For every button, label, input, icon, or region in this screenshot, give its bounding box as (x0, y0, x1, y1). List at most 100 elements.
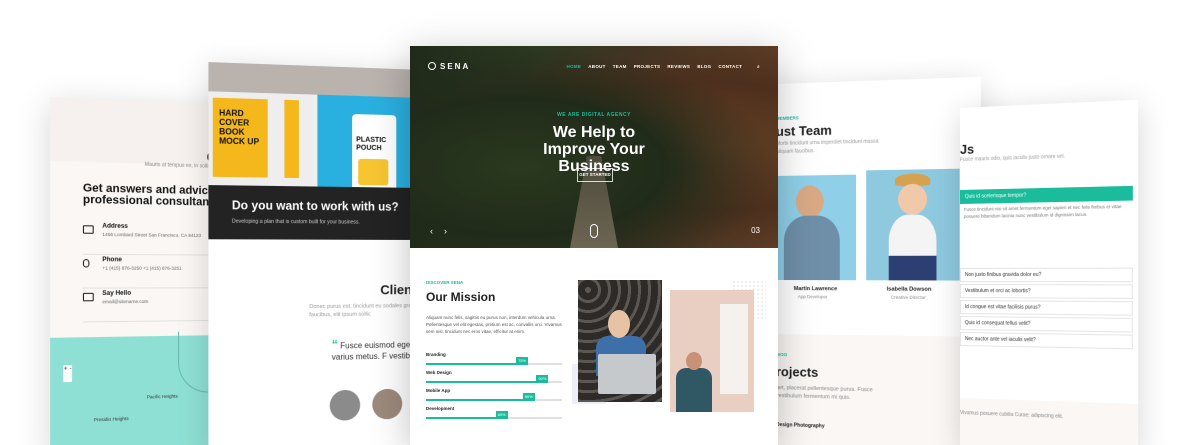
skill-percent: 75% (515, 357, 528, 364)
email-label: Say Hello (102, 290, 132, 298)
nav-item-about[interactable]: ABOUT (588, 64, 606, 69)
avatar[interactable] (329, 389, 361, 421)
projects-band: WOO rojects get, placerat pellentesque p… (776, 334, 981, 445)
skill-label: Branding (426, 352, 446, 357)
skill-fill: 90% (426, 375, 549, 383)
search-icon[interactable]: ⌕ (757, 64, 760, 69)
main-page-preview: SENA HOME ABOUT TEAM PROJECTS REVIEWS BL… (410, 46, 778, 445)
map-zoom-control[interactable]: + - (63, 364, 73, 383)
skill-fill: 75% (426, 357, 528, 365)
projects-title: rojects (776, 364, 819, 380)
hero-eyebrow: WE ARE DIGITAL AGENCY (557, 112, 631, 118)
member-name: Isabella Dowson (886, 286, 932, 293)
mission-title: Our Mission (426, 290, 496, 304)
member-name: Martin Lawrence (793, 286, 838, 293)
skill-label: Mobile App (426, 388, 451, 393)
clients-title: Clien (380, 282, 412, 298)
nav-item-home[interactable]: HOME (567, 64, 582, 69)
nav-item-projects[interactable]: PROJECTS (634, 64, 661, 69)
cta-subtitle: Developing a plan that is custom built f… (231, 218, 360, 226)
logo[interactable]: SENA (428, 62, 470, 71)
faq-question[interactable]: Nec auctor ante vel iaculis velit? (960, 332, 1133, 350)
faq-question[interactable]: Quis id consequat tellus velit? (960, 316, 1133, 333)
hero-section: SENA HOME ABOUT TEAM PROJECTS REVIEWS BL… (410, 46, 778, 248)
team-subtitle: Morbi tincidunt urna imperdiet tincidunt… (776, 138, 879, 155)
team-eyebrow: MEMBERS (776, 115, 799, 121)
skill-label: Web Design (426, 370, 452, 375)
pouch-text: PLASTIC POUCH (356, 136, 387, 153)
discover-eyebrow: DISCOVER SENA (426, 280, 464, 285)
map-label: Pacific Heights (146, 393, 178, 400)
showcase-stage: G Mauris at tempus ex, in sollicitudin G… (0, 0, 1200, 445)
member-role: Creative Director (890, 294, 926, 301)
member-head (898, 183, 928, 215)
book-spine (284, 99, 299, 179)
skill-bar: Mobile App 80% (426, 388, 562, 406)
faq-question[interactable]: Non justo finibus gravida dolor eu? (960, 267, 1133, 283)
skill-bar: Development 60% (426, 406, 562, 424)
skill-bar: Branding 75% (426, 352, 562, 370)
pouch-label (358, 158, 389, 186)
skill-bar: Web Design 90% (426, 370, 562, 388)
nav-menu: HOME ABOUT TEAM PROJECTS REVIEWS BLOG CO… (567, 64, 760, 69)
member-role: App Developer (797, 294, 828, 300)
skill-percent: 60% (495, 411, 508, 418)
map-label: Presidio Heights (93, 415, 129, 423)
team-page-preview: MEMBERS ust Team Morbi tincidunt urna im… (776, 76, 981, 445)
projects-text: get, placerat pellentesque purus. Fusce … (776, 385, 873, 401)
logo-icon (428, 62, 436, 70)
chair (676, 368, 712, 412)
door (720, 304, 748, 394)
skill-track: 90% (426, 375, 562, 383)
book-text: HARD COVER BOOK MOCK UP (219, 108, 260, 147)
phone-value: +1 (415) 876-3250 +1 (415) 876-3251 (102, 265, 182, 271)
prev-slide-icon[interactable]: ‹ (430, 226, 433, 236)
quote-mark-icon: “ (331, 337, 338, 352)
mission-photo-man (578, 280, 662, 402)
mission-text: Aliquam nunc felis, sagittis eu purus no… (426, 315, 562, 334)
nav-item-contact[interactable]: CONTACT (718, 64, 742, 69)
faq-question[interactable]: Quis id scelerisque tempor? (960, 185, 1133, 204)
skill-fill: 80% (426, 393, 535, 401)
member-shirt (783, 215, 840, 281)
book-mockup: HARD COVER BOOK MOCK UP (212, 97, 268, 178)
team-title: ust Team (776, 122, 832, 139)
laptop (598, 354, 656, 394)
faq-question[interactable]: Id congue est vitae facilisis purus? (960, 300, 1133, 316)
clients-text: Donec purus est, tincidunt eu sodales gr… (309, 303, 422, 319)
next-slide-icon[interactable]: › (444, 226, 447, 236)
slide-number: 03 (751, 226, 760, 235)
nav-item-reviews[interactable]: REVIEWS (667, 64, 690, 69)
woman-head (686, 352, 702, 370)
nav-item-blog[interactable]: BLOG (697, 64, 711, 69)
mail-icon (82, 292, 94, 302)
address-label: Address (102, 223, 128, 231)
phone-icon (82, 259, 90, 268)
skill-track: 80% (426, 393, 562, 401)
faq-band-text: Vivamus posuere cubilia Curae; adipiscin… (960, 410, 1064, 420)
portfolio-page-preview: HARD COVER BOOK MOCK UP PLASTIC POUCH Do… (208, 62, 424, 445)
faq-bottom-band: Vivamus posuere cubilia Curae; adipiscin… (960, 398, 1139, 445)
avatar[interactable] (372, 388, 403, 420)
skill-percent: 90% (536, 375, 549, 382)
project-filter-tabs[interactable]: Design Photography (776, 422, 825, 430)
get-started-button[interactable]: GET STARTED (577, 168, 613, 182)
phone-label: Phone (102, 257, 122, 264)
email-value[interactable]: email@sitename.com (102, 299, 148, 306)
address-value: 1456 Lombard Street San Francisco, CA 94… (102, 231, 202, 239)
skill-track: 75% (426, 357, 562, 365)
scroll-indicator-icon (590, 224, 598, 238)
faq-question[interactable]: Vestibulum et orci ac lobortis? (960, 284, 1133, 300)
member-overalls (888, 255, 937, 281)
mission-photo-woman (670, 290, 754, 412)
main-nav: SENA HOME ABOUT TEAM PROJECTS REVIEWS BL… (410, 46, 778, 86)
skill-fill: 60% (426, 411, 508, 419)
team-member-photo[interactable] (866, 168, 960, 281)
member-head (795, 185, 824, 218)
nav-item-team[interactable]: TEAM (613, 64, 627, 69)
cta-band: Do you want to work with us? Developing … (208, 185, 424, 240)
man-head (608, 310, 630, 338)
skill-percent: 80% (522, 393, 535, 400)
team-member-photo[interactable] (776, 174, 857, 281)
skill-track: 60% (426, 411, 562, 419)
